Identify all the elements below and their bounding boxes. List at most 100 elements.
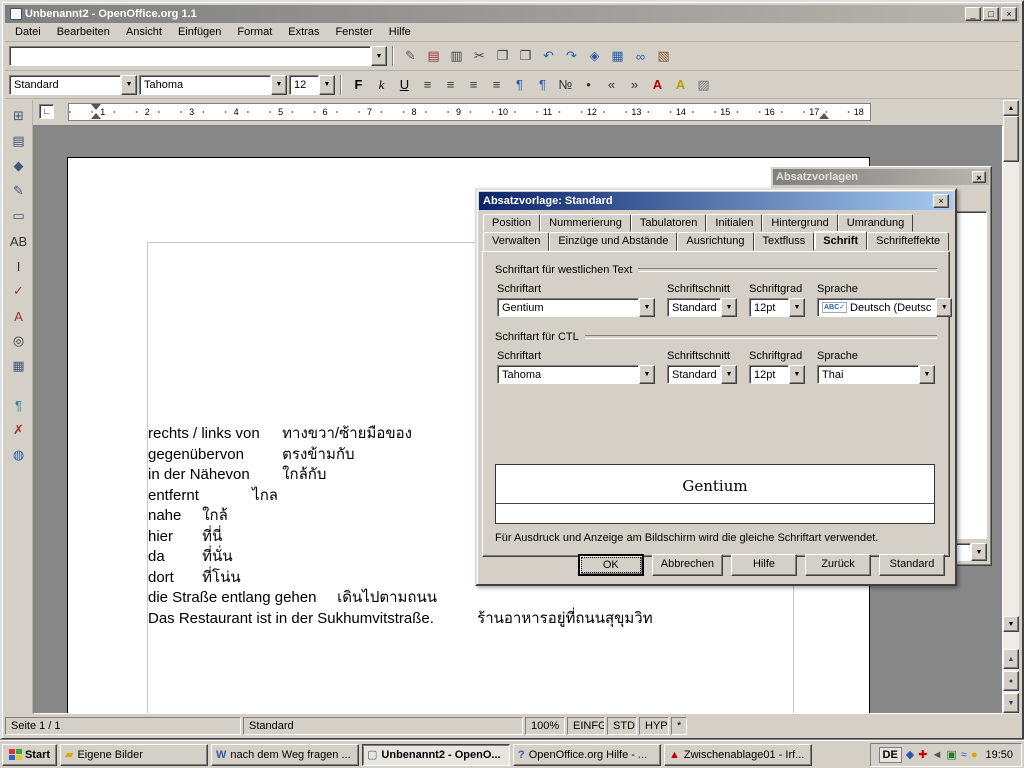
draw-functions-icon[interactable]: ✎ <box>7 180 31 202</box>
dropdown-arrow-icon[interactable]: ▼ <box>271 75 287 95</box>
dialog-tab[interactable]: Hintergrund <box>762 214 837 232</box>
status-page-style[interactable]: Standard <box>243 717 523 735</box>
network-icon[interactable]: ≈ <box>961 748 967 762</box>
task-button[interactable]: ? OpenOffice.org Hilfe - ... <box>513 744 661 766</box>
first-line-indent-marker[interactable] <box>91 104 101 110</box>
spellcheck-icon[interactable]: ✓ <box>7 280 31 302</box>
menu-item[interactable]: Einfügen <box>170 24 229 40</box>
ctl-font-value[interactable]: Tahoma <box>497 365 639 384</box>
western-language-value[interactable]: ABC✓ Deutsch (Deutsc <box>817 298 936 317</box>
menu-item[interactable]: Bearbeiten <box>49 24 118 40</box>
dialog-button[interactable]: OK <box>578 554 644 576</box>
increase-indent-icon[interactable]: » <box>623 74 646 96</box>
insert-table-icon[interactable]: ⊞ <box>7 105 31 127</box>
find-replace-icon[interactable]: ◎ <box>7 330 31 352</box>
autotext-icon[interactable]: AB <box>7 230 31 252</box>
quickstarter-icon[interactable]: ◆ <box>906 748 914 762</box>
redo-icon[interactable]: ↷ <box>560 45 583 67</box>
previous-page-icon[interactable]: ▲ <box>1003 649 1019 669</box>
dialog-tab[interactable]: Tabulatoren <box>631 214 707 232</box>
dialog-tab[interactable]: Position <box>483 214 540 232</box>
font-name-combo[interactable]: Tahoma ▼ <box>139 75 287 95</box>
next-page-icon[interactable]: ▼ <box>1003 693 1019 713</box>
status-page[interactable]: Seite 1 / 1 <box>5 717 241 735</box>
font-size-combo[interactable]: 12 ▼ <box>289 75 335 95</box>
dropdown-arrow-icon[interactable]: ▼ <box>919 365 935 384</box>
dialog-tab[interactable]: Verwalten <box>483 232 549 251</box>
dropdown-arrow-icon[interactable]: ▼ <box>789 365 805 384</box>
dialog-button[interactable]: Hilfe <box>731 554 797 576</box>
dropdown-arrow-icon[interactable]: ▼ <box>639 298 655 317</box>
dialog-tab[interactable]: Ausrichtung <box>677 232 753 251</box>
right-indent-marker[interactable] <box>819 113 829 119</box>
menu-item[interactable]: Hilfe <box>381 24 419 40</box>
vertical-scrollbar[interactable]: ▲ ▼ ▲ ● ▼ <box>1003 100 1019 714</box>
online-layout-icon[interactable]: ◍ <box>7 444 31 466</box>
dialog-button[interactable]: Standard <box>879 554 945 576</box>
status-insert-mode[interactable]: EINFG <box>567 717 605 735</box>
close-button[interactable]: × <box>1001 7 1017 21</box>
task-button[interactable]: ▢ Unbenannt2 - OpenO... <box>362 744 510 766</box>
scroll-up-icon[interactable]: ▲ <box>1003 100 1019 116</box>
font-color-icon[interactable]: A <box>646 74 669 96</box>
bold-icon[interactable]: F <box>347 74 370 96</box>
start-button[interactable]: Start <box>2 744 57 766</box>
autospellcheck-icon[interactable]: A <box>7 305 31 327</box>
display-icon[interactable]: ▣ <box>946 748 956 762</box>
graphics-toggle-icon[interactable]: ✗ <box>7 419 31 441</box>
highlighting-icon[interactable]: A <box>669 74 692 96</box>
bullets-icon[interactable]: • <box>577 74 600 96</box>
document-line[interactable]: Das Restaurant ist in der Sukhumvitstraß… <box>148 606 653 627</box>
numbering-icon[interactable]: № <box>554 74 577 96</box>
dropdown-arrow-icon[interactable]: ▼ <box>971 543 987 561</box>
menu-item[interactable]: Extras <box>280 24 327 40</box>
scheduler-icon[interactable]: ● <box>971 748 978 762</box>
dropdown-arrow-icon[interactable]: ▼ <box>789 298 805 317</box>
export-pdf-icon[interactable]: ▤ <box>422 45 445 67</box>
menu-item[interactable]: Datei <box>7 24 49 40</box>
align-center-icon[interactable]: ≡ <box>439 74 462 96</box>
menu-item[interactable]: Format <box>229 24 280 40</box>
align-right-icon[interactable]: ≡ <box>462 74 485 96</box>
ctl-style-value[interactable]: Standard <box>667 365 721 384</box>
dialog-button[interactable]: Abbrechen <box>652 554 723 576</box>
status-zoom[interactable]: 100% <box>525 717 565 735</box>
dropdown-arrow-icon[interactable]: ▼ <box>936 298 952 317</box>
print-file-icon[interactable]: ▥ <box>445 45 468 67</box>
dialog-tab[interactable]: Textfluss <box>754 232 815 251</box>
document-line[interactable]: die Straße entlang gehen เดินไปตามถนน <box>148 585 653 606</box>
horizontal-ruler[interactable]: ∟ 123456789101112131415161718 <box>33 100 1003 125</box>
western-style-value[interactable]: Standard <box>667 298 721 317</box>
status-selection-mode[interactable]: STD <box>607 717 637 735</box>
dropdown-arrow-icon[interactable]: ▼ <box>319 75 335 95</box>
dialog-tab[interactable]: Einzüge und Abstände <box>549 232 677 251</box>
scrollbar-thumb[interactable] <box>1003 116 1019 162</box>
insert-object-icon[interactable]: ◆ <box>7 155 31 177</box>
dropdown-arrow-icon[interactable]: ▼ <box>639 365 655 384</box>
antivirus-icon[interactable]: ✚ <box>918 748 927 762</box>
gallery-icon[interactable]: ▧ <box>652 45 675 67</box>
window-titlebar[interactable]: Unbenannt2 - OpenOffice.org 1.1 _ □ × <box>5 5 1019 23</box>
western-language-combo[interactable]: ABC✓ Deutsch (Deutsc ▼ <box>817 298 952 317</box>
insert-fields-icon[interactable]: ▤ <box>7 130 31 152</box>
hyperlink-icon[interactable]: ∞ <box>629 45 652 67</box>
navigation-icon[interactable]: ● <box>1003 671 1019 691</box>
volume-icon[interactable]: ◄ <box>931 748 942 762</box>
dropdown-arrow-icon[interactable]: ▼ <box>121 75 137 95</box>
dialog-close-button[interactable]: × <box>933 194 949 208</box>
align-justify-icon[interactable]: ≡ <box>485 74 508 96</box>
maximize-button[interactable]: □ <box>983 7 999 21</box>
dropdown-arrow-icon[interactable]: ▼ <box>721 365 737 384</box>
western-style-combo[interactable]: Standard ▼ <box>667 298 737 317</box>
italic-icon[interactable]: k <box>370 74 393 96</box>
cut-icon[interactable]: ✂ <box>468 45 491 67</box>
western-font-combo[interactable]: Gentium ▼ <box>497 298 655 317</box>
url-combo[interactable]: ▼ <box>9 46 387 66</box>
stylist-close-button[interactable]: × <box>972 171 986 183</box>
decrease-indent-icon[interactable]: « <box>600 74 623 96</box>
edit-file-icon[interactable]: ✎ <box>399 45 422 67</box>
western-size-combo[interactable]: 12pt ▼ <box>749 298 805 317</box>
task-button[interactable]: ▰ Eigene Bilder <box>60 744 208 766</box>
dialog-tab[interactable]: Nummerierung <box>540 214 631 232</box>
url-combo-value[interactable] <box>9 46 371 66</box>
